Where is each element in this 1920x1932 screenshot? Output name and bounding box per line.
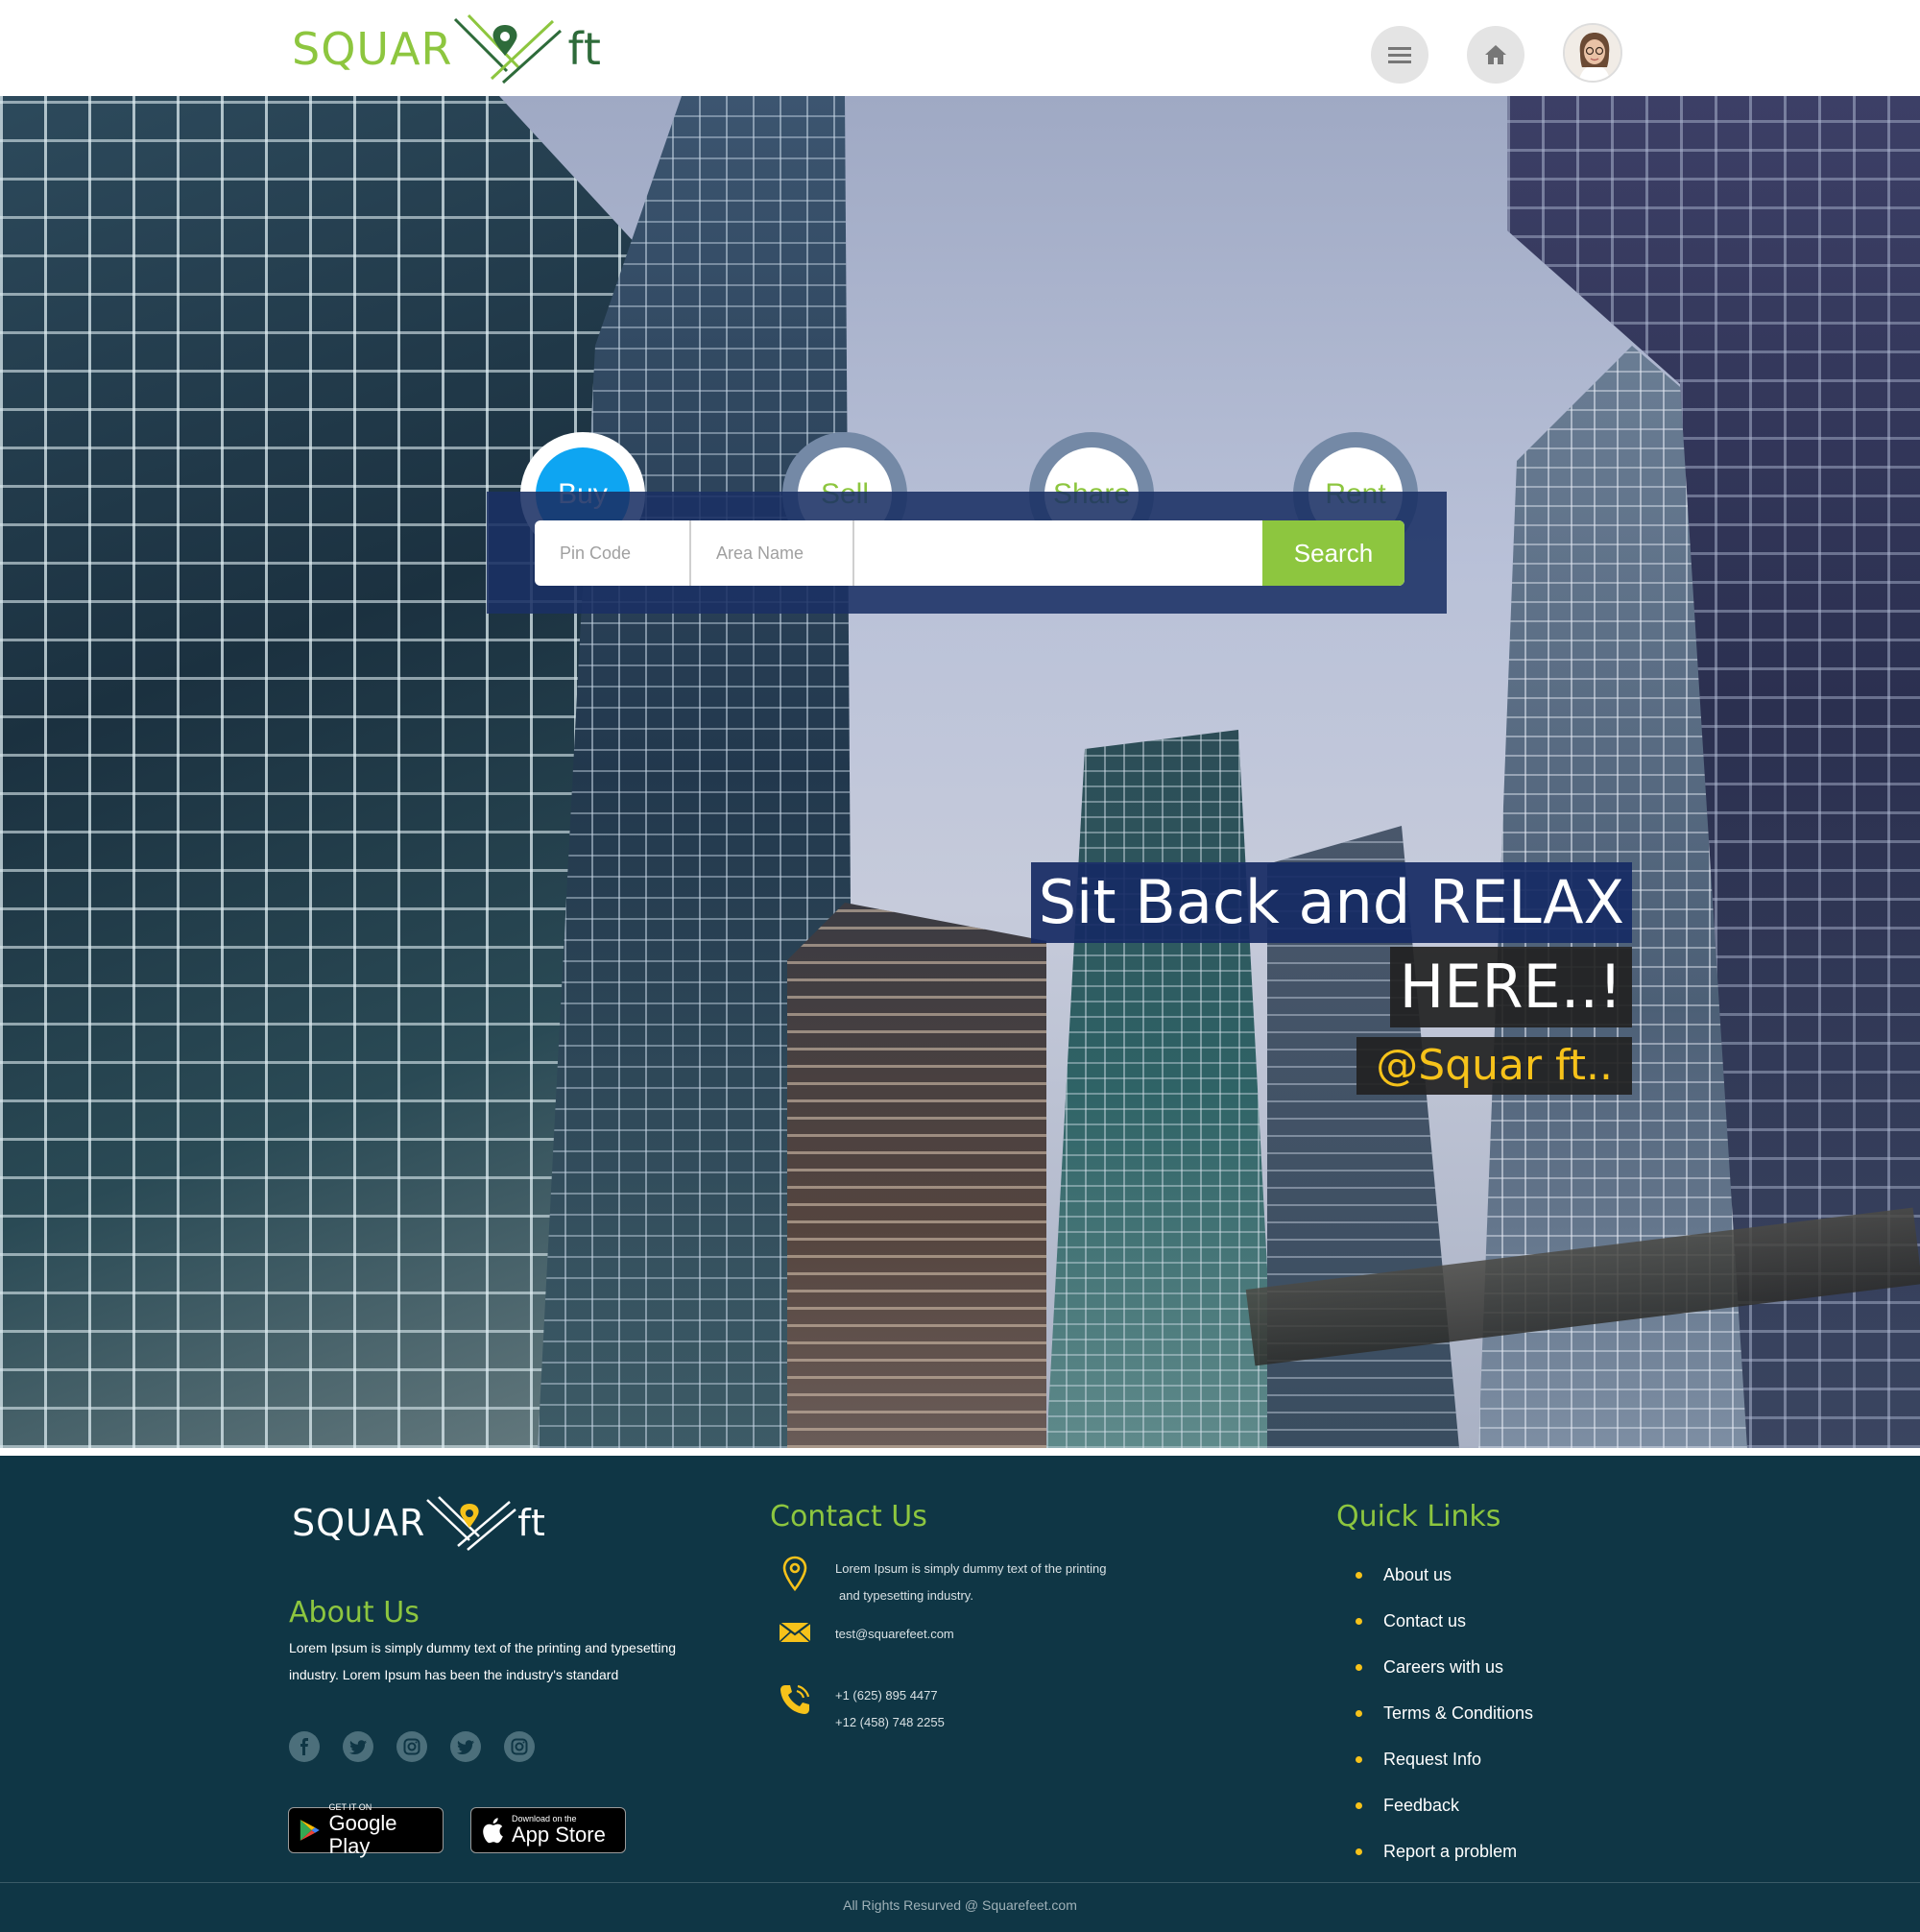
quick-link-label: Careers with us [1383, 1656, 1504, 1677]
quick-link-about-us[interactable]: About us [1356, 1552, 1533, 1598]
footer-divider [0, 1882, 1920, 1883]
home-button[interactable] [1467, 26, 1524, 84]
bullet-dot [1356, 1847, 1362, 1855]
facebook-icon[interactable] [289, 1731, 320, 1762]
app-store-badge[interactable]: Download on the App Store [470, 1807, 626, 1853]
google-play-badge[interactable]: GET IT ON Google Play [288, 1802, 444, 1858]
quick-link-feedback[interactable]: Feedback [1356, 1782, 1533, 1828]
bullet-dot [1356, 1571, 1362, 1579]
contact-heading: Contact Us [770, 1500, 927, 1534]
quick-link-label: Report a problem [1383, 1841, 1518, 1861]
site-footer: SQUAR ft About Us Lorem Ipsum is simply … [0, 1456, 1920, 1932]
home-icon [1485, 45, 1506, 64]
logo-text-left: SQUAR [292, 23, 453, 75]
quick-link-report-problem[interactable]: Report a problem [1356, 1828, 1533, 1874]
footer-logo-text-right: ft [517, 1502, 546, 1544]
quick-link-label: About us [1383, 1564, 1452, 1584]
phone-icon [780, 1684, 810, 1714]
address-line-1: Lorem Ipsum is simply dummy text of the … [835, 1561, 1107, 1576]
top-header: SQUAR ft [0, 0, 1920, 96]
hero-building-center-1 [787, 903, 1046, 1448]
hero-building-center-2 [1046, 730, 1277, 1448]
about-heading: About Us [289, 1596, 420, 1630]
bullet-dot [1356, 1755, 1362, 1763]
tagline-line-1: Sit Back and RELAX [1030, 862, 1632, 943]
google-play-text: GET IT ON Google Play [329, 1802, 433, 1858]
phone-number-1[interactable]: +1 (625) 895 4477 [835, 1682, 945, 1709]
bullet-dot [1356, 1663, 1362, 1671]
quick-link-label: Terms & Conditions [1383, 1703, 1534, 1723]
email-text[interactable]: test@squarefeet.com [835, 1621, 954, 1648]
instagram-icon[interactable] [504, 1731, 535, 1762]
quick-link-label: Feedback [1383, 1795, 1460, 1815]
twitter-icon[interactable] [343, 1731, 373, 1762]
quick-link-label: Request Info [1383, 1749, 1482, 1769]
address-line-2: and typesetting industry. [839, 1588, 973, 1603]
quick-links-heading: Quick Links [1336, 1500, 1501, 1534]
phone-number-2[interactable]: +12 (458) 748 2255 [835, 1709, 945, 1736]
logo-pin-mark [426, 1496, 517, 1551]
quick-link-label: Contact us [1383, 1610, 1467, 1630]
search-bar: Search [535, 520, 1404, 586]
footer-logo-text-left: SQUAR [292, 1502, 426, 1544]
location-pin-icon [782, 1556, 807, 1592]
quick-link-terms[interactable]: Terms & Conditions [1356, 1690, 1533, 1736]
brand-logo[interactable]: SQUAR ft [292, 12, 609, 86]
menu-button[interactable] [1371, 26, 1428, 84]
bullet-dot [1356, 1801, 1362, 1809]
bullet-dot [1356, 1709, 1362, 1717]
google-play-icon [300, 1820, 320, 1841]
pin-code-input[interactable] [535, 520, 691, 586]
twitter-icon[interactable] [450, 1731, 481, 1762]
user-photo-icon [1565, 25, 1620, 81]
tagline-line-3: @Squar ft.. [1356, 1037, 1632, 1095]
quick-link-careers[interactable]: Careers with us [1356, 1644, 1533, 1690]
hero-section: Buy Sell Share Rent Search Sit Back and … [0, 96, 1920, 1448]
logo-text-right: ft [567, 23, 602, 75]
app-store-text: Download on the App Store [512, 1814, 606, 1847]
contact-address: Lorem Ipsum is simply dummy text of the … [776, 1556, 1107, 1609]
search-panel: Search [487, 492, 1447, 614]
google-play-big: Google Play [328, 1811, 397, 1858]
search-query-input[interactable] [854, 520, 1262, 586]
social-links [289, 1731, 535, 1762]
hamburger-icon [1388, 47, 1411, 63]
search-button[interactable]: Search [1262, 520, 1404, 586]
tagline-line-2: HERE..! [1389, 947, 1632, 1027]
logo-pin-mark [453, 13, 562, 85]
quick-links-list: About us Contact us Careers with us Term… [1356, 1552, 1533, 1874]
quick-link-contact-us[interactable]: Contact us [1356, 1598, 1533, 1644]
footer-logo[interactable]: SQUAR ft [292, 1494, 546, 1552]
bullet-dot [1356, 1617, 1362, 1625]
copyright-text: All Rights Resurved @ Squarefeet.com [843, 1897, 1077, 1913]
about-text: Lorem Ipsum is simply dummy text of the … [289, 1640, 677, 1682]
contact-phone: +1 (625) 895 4477 +12 (458) 748 2255 [776, 1682, 945, 1736]
app-store-big: App Store [512, 1823, 606, 1847]
quick-link-request-info[interactable]: Request Info [1356, 1736, 1533, 1782]
apple-icon [483, 1818, 503, 1844]
instagram-icon[interactable] [396, 1731, 427, 1762]
user-avatar[interactable] [1563, 23, 1622, 83]
contact-email: test@squarefeet.com [776, 1621, 954, 1648]
area-name-input[interactable] [691, 520, 854, 586]
mail-icon [779, 1622, 811, 1643]
